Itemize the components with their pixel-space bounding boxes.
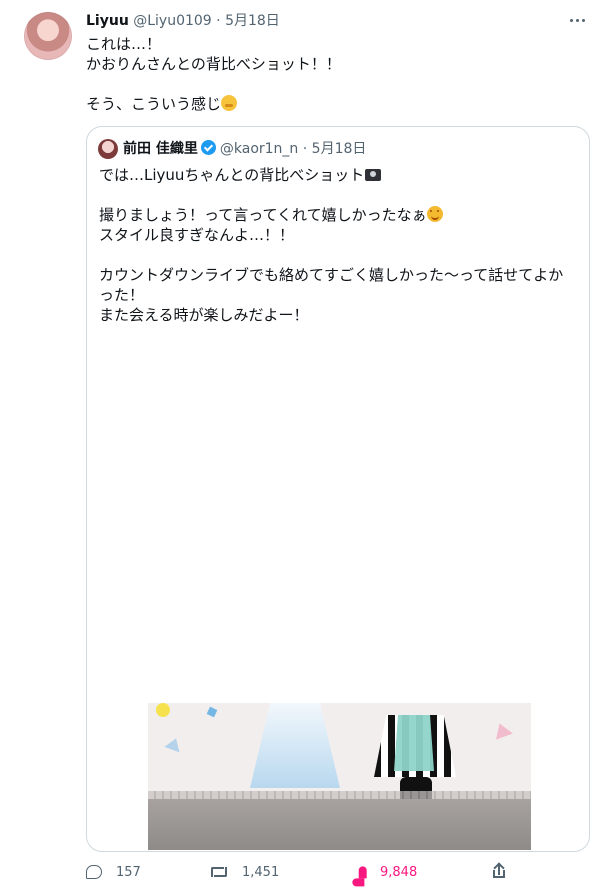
like-button[interactable]: 9,848 (350, 862, 417, 882)
reply-icon (86, 865, 102, 879)
tweet: Liyuu @Liyu0109 · 5月18日 これは…！ かおりんさんとの背比… (0, 0, 599, 894)
author-handle[interactable]: @Liyu0109 (133, 13, 211, 29)
tweet-line-3: そう、こういう感じ (86, 95, 222, 113)
quoted-line-2: 撮りましょう！って言ってくれて嬉しかったなぁ (99, 206, 427, 224)
quoted-date[interactable]: 5月18日 (312, 141, 367, 157)
tweet-actions: 157 1,451 9,848 (86, 858, 594, 888)
yellow-dot-decoration (156, 703, 170, 717)
retweet-count: 1,451 (242, 864, 280, 880)
author-name[interactable]: Liyuu (86, 13, 129, 29)
separator-dot: · (216, 13, 221, 29)
share-icon (491, 862, 507, 880)
retweet-icon (210, 865, 228, 879)
tweet-date[interactable]: 5月18日 (225, 13, 280, 29)
quoted-author-name[interactable]: 前田 佳織里 (123, 141, 198, 157)
quoted-line-3: スタイル良すぎなんよ…！！ (99, 226, 295, 244)
quoted-author-handle[interactable]: @kaor1n_n (220, 141, 298, 157)
blue-diamond-decoration (206, 706, 218, 718)
share-button[interactable] (491, 862, 507, 882)
heart-icon (347, 861, 368, 882)
quoted-line-1: では…Liyuuちゃんとの背比べショット (99, 166, 365, 184)
avatar[interactable] (24, 12, 72, 60)
verified-badge-icon (200, 140, 216, 155)
reply-button[interactable]: 157 (86, 862, 141, 882)
tweet-line-2: かおりんさんとの背比べショット！！ (86, 55, 341, 73)
tweet-line-1: これは…！ (86, 35, 162, 53)
retweet-button[interactable]: 1,451 (210, 862, 279, 882)
tweet-header: Liyuu @Liyu0109 · 5月18日 (86, 11, 587, 31)
tweet-text: これは…！ かおりんさんとの背比べショット！！ そう、こういう感じ (86, 34, 576, 114)
quoted-avatar[interactable] (98, 139, 118, 159)
quoted-text: では…Liyuuちゃんとの背比べショット 撮りましょう！って言ってくれて嬉しかっ… (99, 165, 569, 325)
quoted-tweet[interactable]: 前田 佳織里 @kaor1n_n · 5月18日 では…Liyuuちゃんとの背比べ… (86, 126, 590, 852)
mint-apron (394, 715, 434, 771)
more-icon[interactable] (567, 10, 587, 30)
like-count: 9,848 (380, 864, 418, 880)
stage-floor (148, 799, 531, 850)
quoted-separator-dot: · (302, 141, 308, 157)
pink-triangle-decoration (491, 720, 513, 740)
blue-triangle-decoration (164, 735, 184, 753)
shush-emoji-icon (221, 95, 238, 111)
reply-count: 157 (116, 864, 141, 880)
quoted-header: 前田 佳織里 @kaor1n_n · 5月18日 (123, 139, 366, 159)
quoted-photo[interactable] (148, 703, 531, 850)
white-blue-skirt (250, 703, 340, 788)
quoted-line-5: また会える時が楽しみだよー！ (99, 306, 309, 324)
camera-icon (365, 169, 382, 181)
smile-emoji-icon (426, 206, 443, 222)
quoted-line-4: カウントダウンライブでも絡めてすごく嬉しかった〜って話せてよかった！ (99, 266, 564, 304)
stage-truss (148, 791, 531, 799)
